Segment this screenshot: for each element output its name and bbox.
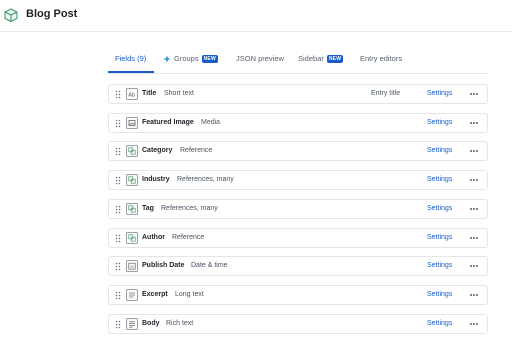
tab-bar: Fields (9) Groups NEW JSON preview Sideb… <box>108 46 488 74</box>
long-text-icon <box>126 289 138 301</box>
more-options-icon[interactable] <box>469 204 479 214</box>
content-type-box-icon <box>4 8 18 22</box>
tab-fields-label: Fields (9) <box>115 54 147 63</box>
tab-json-preview-label: JSON preview <box>236 54 284 63</box>
field-name: Publish Date <box>142 262 185 269</box>
field-name: Category <box>142 147 173 154</box>
top-bar: Blog Post <box>0 0 512 32</box>
drag-handle-icon[interactable] <box>115 291 121 300</box>
field-name: Excerpt <box>142 291 168 298</box>
field-row-title[interactable]: Ab Title Short text Entry title Settings <box>108 84 488 104</box>
field-type: References, many <box>161 205 218 212</box>
reference-icon <box>126 232 138 244</box>
date-icon: 31 <box>126 260 138 272</box>
reference-icon <box>126 203 138 215</box>
drag-handle-icon[interactable] <box>115 90 121 99</box>
new-badge: NEW <box>201 54 218 63</box>
drag-handle-icon[interactable] <box>115 205 121 214</box>
more-options-icon[interactable] <box>469 261 479 271</box>
field-name: Body <box>142 320 160 327</box>
field-name: Featured Image <box>142 119 194 126</box>
settings-link[interactable]: Settings <box>427 262 452 269</box>
settings-link[interactable]: Settings <box>427 291 452 298</box>
reference-icon <box>126 145 138 157</box>
field-type: Rich text <box>166 320 194 327</box>
more-options-icon[interactable] <box>469 118 479 128</box>
field-row-featured-image[interactable]: Featured Image Media Settings <box>108 113 488 133</box>
field-name: Industry <box>142 176 170 183</box>
settings-link[interactable]: Settings <box>427 176 452 183</box>
settings-link[interactable]: Settings <box>427 205 452 212</box>
field-type: Date & time <box>191 262 228 269</box>
drag-handle-icon[interactable] <box>115 262 121 271</box>
field-row-tag[interactable]: Tag References, many Settings <box>108 199 488 219</box>
media-icon <box>126 117 138 129</box>
field-type: Reference <box>172 234 205 241</box>
more-options-icon[interactable] <box>469 175 479 185</box>
entry-title-label: Entry title <box>371 90 401 97</box>
field-row-author[interactable]: Author Reference Settings <box>108 228 488 248</box>
drag-handle-icon[interactable] <box>115 119 121 128</box>
tab-fields[interactable]: Fields (9) <box>115 54 146 63</box>
tab-entry-editors[interactable]: Entry editors <box>360 54 402 63</box>
page-title: Blog Post <box>26 8 78 20</box>
more-options-icon[interactable] <box>469 89 479 99</box>
tab-groups[interactable]: Groups NEW <box>163 54 218 63</box>
more-options-icon[interactable] <box>469 233 479 243</box>
more-options-icon[interactable] <box>469 290 479 300</box>
drag-handle-icon[interactable] <box>115 176 121 185</box>
tab-groups-label: Groups <box>174 54 199 63</box>
more-options-icon[interactable] <box>469 146 479 156</box>
field-row-publish-date[interactable]: 31 Publish Date Date & time Settings <box>108 256 488 276</box>
groups-icon <box>163 55 171 62</box>
field-type: Reference <box>180 147 213 154</box>
rich-text-icon <box>126 318 138 330</box>
short-text-icon: Ab <box>126 88 138 100</box>
more-options-icon[interactable] <box>469 319 479 329</box>
settings-link[interactable]: Settings <box>427 320 452 327</box>
tab-entry-editors-label: Entry editors <box>360 54 403 63</box>
field-name: Title <box>142 90 157 97</box>
new-badge: NEW <box>326 54 344 63</box>
field-row-industry[interactable]: Industry References, many Settings <box>108 170 488 190</box>
field-name: Tag <box>142 205 154 212</box>
field-row-excerpt[interactable]: Excerpt Long text Settings <box>108 285 488 305</box>
field-name: Author <box>142 234 165 241</box>
field-type: Long text <box>175 291 204 298</box>
tab-sidebar-label: Sidebar <box>298 54 324 63</box>
settings-link[interactable]: Settings <box>427 234 452 241</box>
drag-handle-icon[interactable] <box>115 320 121 329</box>
field-type: Media <box>201 119 221 126</box>
active-tab-indicator <box>108 71 154 73</box>
settings-link[interactable]: Settings <box>427 147 452 154</box>
field-type: References, many <box>177 176 234 183</box>
drag-handle-icon[interactable] <box>115 234 121 243</box>
field-row-category[interactable]: Category Reference Settings <box>108 141 488 161</box>
tab-json-preview[interactable]: JSON preview <box>236 54 284 63</box>
svg-text:31: 31 <box>130 265 134 269</box>
field-row-body[interactable]: Body Rich text Settings <box>108 314 488 334</box>
reference-icon <box>126 174 138 186</box>
settings-link[interactable]: Settings <box>427 90 452 97</box>
drag-handle-icon[interactable] <box>115 147 121 156</box>
svg-text:Ab: Ab <box>128 93 135 99</box>
settings-link[interactable]: Settings <box>427 119 452 126</box>
tab-sidebar[interactable]: Sidebar NEW <box>298 54 344 63</box>
field-type: Short text <box>164 90 194 97</box>
